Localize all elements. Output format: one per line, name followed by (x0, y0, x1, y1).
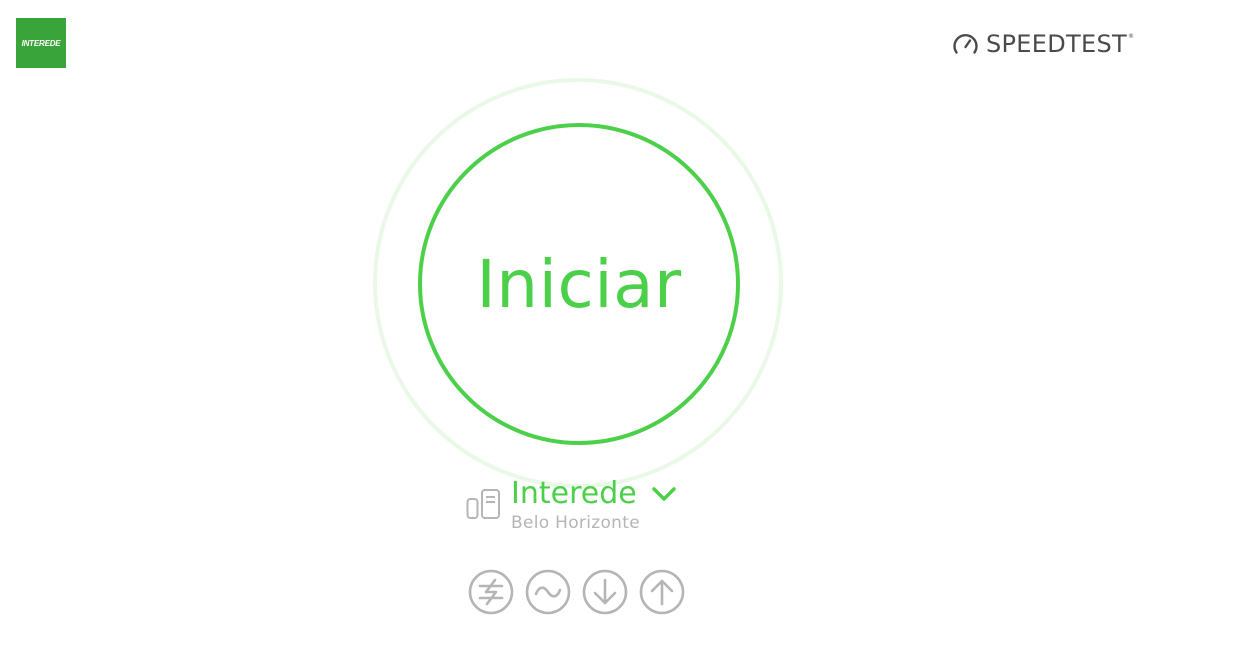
connection-mode-bar (468, 569, 696, 615)
server-provider-name: Interede (511, 476, 637, 511)
interede-logo[interactable]: INTEREDE (16, 18, 66, 68)
multi-connection-button[interactable] (468, 569, 514, 615)
upload-button[interactable] (639, 569, 685, 615)
server-icon (466, 489, 500, 519)
go-button-label: Iniciar (476, 245, 682, 323)
server-location: Belo Horizonte (511, 513, 640, 533)
ping-icon (525, 569, 571, 615)
server-info: Interede Belo Horizonte (511, 476, 677, 533)
go-button[interactable]: Iniciar (418, 123, 740, 445)
interede-logo-text: INTEREDE (21, 38, 61, 48)
server-selector: Interede Belo Horizonte (466, 476, 677, 536)
download-icon (582, 569, 628, 615)
trademark-symbol: ® (1127, 33, 1134, 40)
speedtest-logo[interactable]: SPEEDTEST ® (952, 29, 1134, 59)
change-server-button[interactable]: Interede (511, 476, 677, 512)
speedtest-page: INTEREDE SPEEDTEST ® Iniciar Interede Be… (0, 0, 1237, 667)
download-button[interactable] (582, 569, 628, 615)
speedtest-wordmark: SPEEDTEST (986, 30, 1127, 58)
chevron-down-icon (651, 487, 676, 501)
ping-button[interactable] (525, 569, 571, 615)
speedometer-icon (953, 33, 978, 54)
upload-icon (639, 569, 685, 615)
multi-connection-icon (468, 569, 514, 615)
